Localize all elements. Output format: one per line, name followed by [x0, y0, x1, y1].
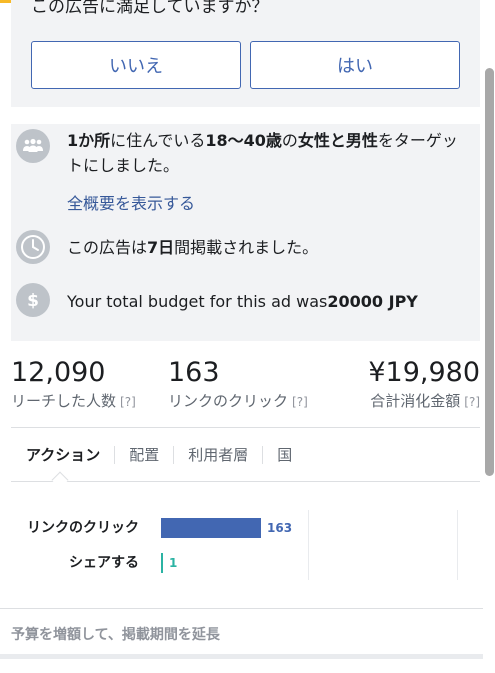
spend-help-link[interactable]: [?] — [464, 395, 480, 409]
reach-label: リーチした人数 — [11, 392, 117, 410]
tab-placement[interactable]: 配置 — [114, 446, 173, 464]
no-button[interactable]: いいえ — [31, 41, 241, 89]
clock-icon — [16, 230, 50, 264]
footer: 予算を増額して、掲載期間を延長 — [0, 608, 483, 654]
feedback-question: この広告に満足していますか？ — [31, 0, 269, 17]
targeting-text: 1か所に住んでいる18〜40歳の女性と男性をターゲットにしました。 — [67, 131, 458, 175]
reach-help-link[interactable]: [?] — [120, 395, 136, 409]
extend-budget-link[interactable]: 予算を増額して、掲載期間を延長 — [11, 624, 220, 644]
tab-country[interactable]: 国 — [262, 446, 306, 464]
ad-results-panel: この広告に満足していますか？ いいえ はい 1か所に住んでいる18〜40歳の女性… — [0, 0, 483, 673]
tabs-divider — [11, 481, 480, 482]
breakdown-tabs: アクション 配置 利用者層 国 — [11, 440, 480, 470]
feedback-card: この広告に満足していますか？ いいえ はい — [11, 0, 480, 107]
active-tab-caret — [51, 471, 69, 489]
show-full-summary-link[interactable]: 全概要を表示する — [67, 190, 195, 214]
duration-text: この広告は7日間掲載されました。 — [67, 238, 319, 257]
chart-bar — [161, 553, 163, 573]
tab-audience[interactable]: 利用者層 — [173, 446, 262, 464]
bottom-bar — [0, 654, 483, 659]
people-icon — [16, 129, 50, 163]
clicks-label: リンクのクリック — [168, 392, 289, 410]
chart-row: リンクのクリック 163 — [11, 517, 480, 539]
chart-bar — [161, 518, 261, 538]
tab-actions[interactable]: アクション — [11, 446, 114, 464]
chart-category-label: シェアする — [69, 555, 139, 571]
chart-category-label: リンクのクリック — [27, 520, 139, 536]
actions-bar-chart: リンクのクリック 163 シェアする 1 — [11, 510, 480, 580]
stat-reach: 12,090 リーチした人数 [?] — [11, 356, 136, 413]
stats-row: 12,090 リーチした人数 [?] 163 リンクのクリック [?] ¥19,98… — [11, 356, 480, 416]
budget-text: Your total budget for this ad was20000 J… — [67, 292, 418, 311]
spend-value: ¥19,980 — [368, 357, 480, 388]
svg-text:$: $ — [27, 291, 39, 311]
chart-bar-value: 163 — [267, 521, 293, 535]
chart-row: シェアする 1 — [11, 552, 480, 574]
chart-bar-value: 1 — [169, 556, 178, 570]
ad-info-card: 1か所に住んでいる18〜40歳の女性と男性をターゲットにしました。 全概要を表示… — [11, 124, 480, 341]
clicks-help-link[interactable]: [?] — [292, 395, 308, 409]
clicks-value: 163 — [168, 357, 220, 388]
reach-value: 12,090 — [11, 357, 106, 388]
stats-divider — [11, 427, 480, 428]
dollar-icon: $ — [16, 283, 50, 317]
yes-button[interactable]: はい — [250, 41, 460, 89]
spend-label: 合計消化金額 — [370, 392, 461, 410]
stat-spend: ¥19,980 合計消化金額 [?] — [368, 356, 480, 413]
stat-clicks: 163 リンクのクリック [?] — [168, 356, 308, 413]
scrollbar-thumb[interactable] — [485, 68, 494, 476]
